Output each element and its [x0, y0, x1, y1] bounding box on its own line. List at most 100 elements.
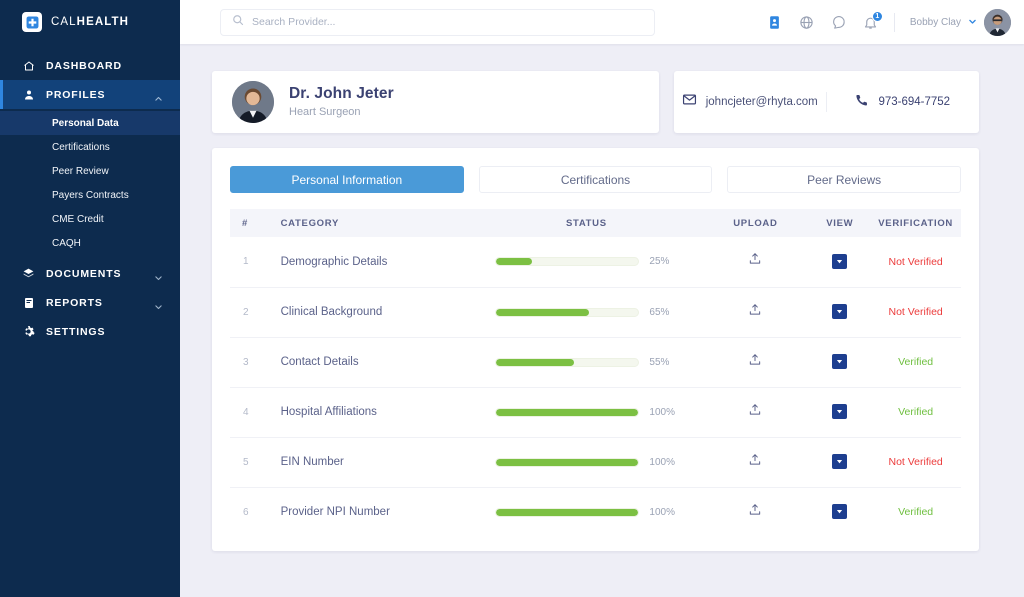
sidebar-item-cme-credit[interactable]: CME Credit [0, 207, 180, 231]
sidebar-item-certifications[interactable]: Certifications [0, 135, 180, 159]
row-upload [709, 387, 801, 437]
row-category: Demographic Details [271, 237, 464, 287]
content-area: Dr. John Jeter Heart Surgeon johncjeter@… [180, 44, 1024, 597]
subnav-label: Peer Review [52, 166, 109, 177]
layers-icon [22, 267, 35, 280]
brand-name: CALHEALTH [51, 16, 129, 28]
provider-avatar [232, 81, 274, 123]
id-card-icon[interactable] [766, 14, 783, 31]
main-area: 1 Bobby Clay [180, 0, 1024, 597]
table-row: 1Demographic Details25% Not Verified [230, 237, 961, 287]
view-dropdown-icon[interactable] [832, 304, 847, 319]
sidebar-item-reports[interactable]: REPORTS [0, 288, 180, 317]
upload-icon[interactable] [748, 453, 762, 467]
sidebar-nav: DASHBOARD PROFILES Personal Data [0, 51, 180, 346]
sidebar-item-label: SETTINGS [46, 326, 105, 338]
brand-logo[interactable]: CALHEALTH [0, 0, 180, 44]
sidebar-item-peer-review[interactable]: Peer Review [0, 159, 180, 183]
sidebar-item-label: REPORTS [46, 297, 103, 309]
row-upload [709, 487, 801, 537]
chat-icon[interactable] [830, 14, 847, 31]
chevron-down-icon[interactable] [968, 13, 977, 31]
row-status: 100% [463, 387, 709, 437]
user-menu[interactable]: Bobby Clay [910, 9, 1011, 36]
row-status: 55% [463, 337, 709, 387]
upload-icon[interactable] [748, 503, 762, 517]
status-badge: Not Verified [878, 237, 961, 287]
column-header-verification: VERIFICATION [878, 209, 961, 237]
status-badge: Verified [878, 337, 961, 387]
upload-icon[interactable] [748, 252, 762, 266]
report-icon [22, 296, 35, 309]
sidebar-item-dashboard[interactable]: DASHBOARD [0, 51, 180, 80]
column-header-view: VIEW [801, 209, 878, 237]
upload-icon[interactable] [748, 353, 762, 367]
sidebar-item-payers-contracts[interactable]: Payers Contracts [0, 183, 180, 207]
search-input[interactable] [252, 16, 654, 28]
gear-icon [22, 325, 35, 338]
table-row: 4Hospital Affiliations100%Verified [230, 387, 961, 437]
provider-profile-card: Dr. John Jeter Heart Surgeon [212, 71, 659, 133]
row-number: 5 [230, 437, 271, 487]
sidebar-item-settings[interactable]: SETTINGS [0, 317, 180, 346]
tab-label: Certifications [561, 173, 630, 187]
column-header-category: CATEGORY [271, 209, 464, 237]
row-status: 100% [463, 487, 709, 537]
contact-phone[interactable]: 973-694-7752 [827, 93, 980, 112]
view-dropdown-icon[interactable] [832, 454, 847, 469]
bell-icon[interactable]: 1 [862, 14, 879, 31]
row-number: 1 [230, 237, 271, 287]
upload-icon[interactable] [748, 303, 762, 317]
tab-certifications[interactable]: Certifications [479, 166, 713, 193]
progress-percent: 65% [649, 307, 677, 318]
subnav-label: Certifications [52, 142, 110, 153]
tab-label: Personal Information [291, 173, 402, 187]
row-number: 2 [230, 287, 271, 337]
progress-bar [495, 458, 639, 467]
row-view [801, 287, 878, 337]
status-badge: Verified [878, 487, 961, 537]
status-badge: Verified [878, 387, 961, 437]
contact-email[interactable]: johncjeter@rhyta.com [674, 92, 827, 112]
row-number: 6 [230, 487, 271, 537]
progress-percent: 55% [649, 357, 677, 368]
tab-personal-information[interactable]: Personal Information [230, 166, 464, 193]
row-status: 25% [463, 237, 709, 287]
topbar-actions: 1 Bobby Clay [766, 0, 1011, 44]
view-dropdown-icon[interactable] [832, 504, 847, 519]
view-dropdown-icon[interactable] [832, 254, 847, 269]
user-icon [22, 88, 35, 101]
upload-icon[interactable] [748, 403, 762, 417]
tab-bar: Personal Information Certifications Peer… [230, 166, 961, 193]
view-dropdown-icon[interactable] [832, 404, 847, 419]
avatar[interactable] [984, 9, 1011, 36]
sidebar-item-caqh[interactable]: CAQH [0, 231, 180, 255]
sidebar-item-profiles[interactable]: PROFILES [0, 80, 180, 109]
progress-bar [495, 508, 639, 517]
subnav-label: Payers Contracts [52, 190, 129, 201]
row-view [801, 437, 878, 487]
column-header-status: STATUS [463, 209, 709, 237]
row-number: 4 [230, 387, 271, 437]
envelope-icon [682, 92, 697, 112]
topbar-divider [894, 13, 895, 32]
sidebar-item-documents[interactable]: DOCUMENTS [0, 259, 180, 288]
view-dropdown-icon[interactable] [832, 354, 847, 369]
notification-badge: 1 [872, 11, 883, 22]
row-number: 3 [230, 337, 271, 387]
sidebar-item-label: PROFILES [46, 89, 105, 101]
tab-label: Peer Reviews [807, 173, 881, 187]
progress-percent: 100% [649, 407, 677, 418]
search-box[interactable] [220, 9, 655, 36]
search-icon [232, 13, 244, 31]
globe-icon[interactable] [798, 14, 815, 31]
sidebar-item-personal-data[interactable]: Personal Data [0, 111, 180, 135]
progress-bar [495, 308, 639, 317]
subnav-label: Personal Data [52, 118, 119, 129]
topbar: 1 Bobby Clay [180, 0, 1024, 44]
tab-peer-reviews[interactable]: Peer Reviews [727, 166, 961, 193]
user-name: Bobby Clay [910, 17, 961, 28]
progress-percent: 100% [649, 507, 677, 518]
table-row: 2Clinical Background65%Not Verified [230, 287, 961, 337]
home-icon [22, 59, 35, 72]
